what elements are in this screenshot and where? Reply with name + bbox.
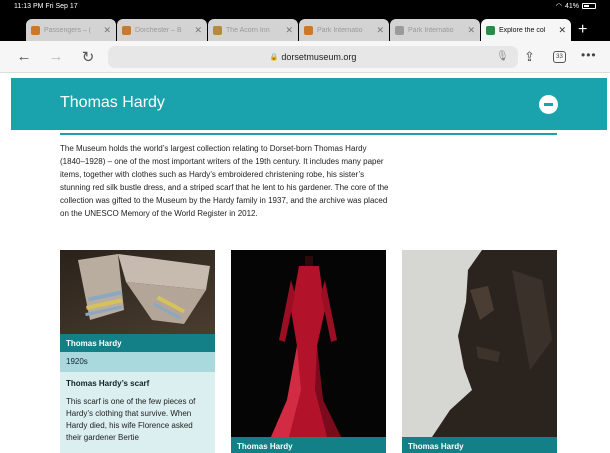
close-icon[interactable]: ✕ (558, 25, 566, 36)
status-time: 11:13 PM Fri Sep 17 (14, 2, 78, 10)
battery-icon (582, 3, 596, 9)
section-title: Thomas Hardy (60, 94, 165, 111)
collection-card-bust[interactable]: Thomas Hardy (402, 250, 557, 453)
forward-arrow-icon[interactable]: → (44, 48, 68, 65)
card-caption: Thomas Hardy (402, 437, 557, 453)
collection-card-dress[interactable]: Thomas Hardy (231, 250, 386, 453)
collection-card-scarf[interactable]: Thomas Hardy 1920s Thomas Hardy’s scarf … (60, 250, 215, 453)
tab-strip: Passengers – ( ✕ Dorchester – B ✕ The Ac… (0, 12, 610, 41)
tab-dorchester[interactable]: Dorchester – B ✕ (117, 19, 207, 41)
tab-title: Park Internatio (317, 26, 363, 34)
bronze-bust-photo (402, 250, 557, 437)
close-icon[interactable]: ✕ (467, 25, 475, 36)
new-tab-button[interactable]: + (578, 21, 587, 39)
more-options-icon[interactable]: ••• (581, 48, 597, 62)
url-text: dorsetmuseum.org (281, 52, 357, 62)
section-banner[interactable]: Thomas Hardy (11, 78, 607, 130)
card-caption: Thomas Hardy (231, 437, 386, 453)
tab-favicon-icon (213, 25, 222, 35)
wifi-icon: ◠ (555, 3, 562, 10)
tab-favicon-icon (395, 25, 404, 35)
close-icon[interactable]: ✕ (376, 25, 384, 36)
tab-explore-collection[interactable]: Explore the col ✕ (481, 19, 571, 41)
tab-overview-button[interactable]: 33 (553, 51, 566, 63)
tab-title: Explore the col (499, 26, 546, 34)
close-icon[interactable]: ✕ (103, 25, 111, 36)
lock-icon: 🔒 (269, 54, 279, 61)
card-description: This scarf is one of the few pieces of H… (66, 397, 196, 442)
tab-title: The Acorn Inn (226, 26, 270, 34)
close-icon[interactable]: ✕ (194, 25, 202, 36)
red-dress-photo (231, 250, 386, 437)
battery-percent: 41% (564, 2, 579, 10)
address-bar[interactable]: 🔒 dorsetmuseum.org (108, 46, 518, 68)
tab-park-international-1[interactable]: Park Internatio ✕ (299, 19, 389, 41)
status-bar: 11:13 PM Fri Sep 17 ◠ 41% (0, 0, 610, 12)
tab-title: Dorchester – B (135, 26, 182, 34)
tab-favicon-icon (486, 25, 495, 35)
tab-favicon-icon (31, 25, 40, 35)
intro-paragraph: The Museum holds the world’s largest col… (60, 144, 389, 218)
reload-icon[interactable]: ↻ (76, 48, 100, 66)
tab-favicon-icon (304, 25, 313, 35)
tab-title: Park Internatio (408, 26, 454, 34)
microphone-icon[interactable]: 🎙 (496, 51, 509, 62)
divider (60, 133, 557, 135)
tab-favicon-icon (122, 25, 131, 35)
collapse-icon[interactable] (539, 95, 558, 114)
card-body: Thomas Hardy’s scarf This scarf is one o… (60, 372, 215, 453)
tab-acorn-inn[interactable]: The Acorn Inn ✕ (208, 19, 298, 41)
tab-passengers[interactable]: Passengers – ( ✕ (26, 19, 116, 41)
card-caption: Thomas Hardy (60, 334, 215, 352)
card-item-name: Thomas Hardy’s scarf (66, 379, 150, 388)
card-date: 1920s (60, 352, 215, 372)
tab-park-international-2[interactable]: Park Internatio ✕ (390, 19, 480, 41)
browser-toolbar: ← → ↻ 🔒 dorsetmuseum.org 🎙 ⇪ 33 ••• (0, 41, 610, 73)
tab-title: Passengers – ( (44, 26, 92, 34)
back-arrow-icon[interactable]: ← (12, 48, 36, 65)
close-icon[interactable]: ✕ (285, 25, 293, 36)
scarf-photo (60, 250, 215, 334)
share-icon[interactable]: ⇪ (524, 49, 535, 65)
